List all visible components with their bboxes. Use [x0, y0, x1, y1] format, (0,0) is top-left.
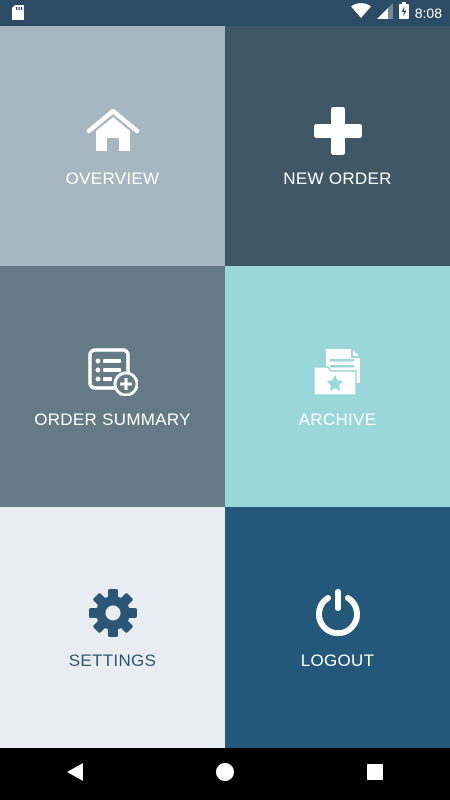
logout-label: LOGOUT [300, 650, 375, 670]
settings-tile[interactable]: SETTINGS [0, 507, 225, 748]
menu-grid: OVERVIEW NEW ORDER ORDER SUMMARY ARCHIVE… [0, 26, 450, 748]
battery-charging-icon [398, 2, 409, 24]
signal-icon [376, 2, 393, 24]
archive-tile[interactable]: ARCHIVE [225, 266, 450, 507]
gear-icon [85, 585, 141, 641]
folder-star-icon [310, 344, 366, 400]
archive-label: ARCHIVE [298, 409, 377, 429]
order-summary-tile[interactable]: ORDER SUMMARY [0, 266, 225, 507]
clock-time: 8:08 [414, 5, 442, 21]
status-bar: 8:08 [0, 0, 450, 26]
new-order-label: NEW ORDER [283, 169, 392, 188]
navigation-bar [0, 748, 450, 800]
overview-label: OVERVIEW [65, 169, 160, 188]
new-order-tile[interactable]: NEW ORDER [225, 26, 450, 266]
settings-label: SETTINGS [68, 650, 157, 670]
back-icon [67, 762, 83, 786]
overview-tile[interactable]: OVERVIEW [0, 26, 225, 266]
home-button[interactable] [201, 750, 249, 798]
logout-tile[interactable]: LOGOUT [225, 507, 450, 748]
recents-button[interactable] [351, 750, 399, 798]
home-icon [85, 103, 141, 159]
recents-icon [367, 763, 383, 785]
sd-card-icon [12, 5, 24, 25]
plus-icon [310, 103, 366, 159]
list-add-icon [85, 344, 141, 400]
back-button[interactable] [51, 750, 99, 798]
order-summary-label: ORDER SUMMARY [34, 409, 191, 429]
power-icon [310, 585, 366, 641]
home-circle-icon [216, 762, 234, 786]
wifi-icon [350, 2, 371, 24]
